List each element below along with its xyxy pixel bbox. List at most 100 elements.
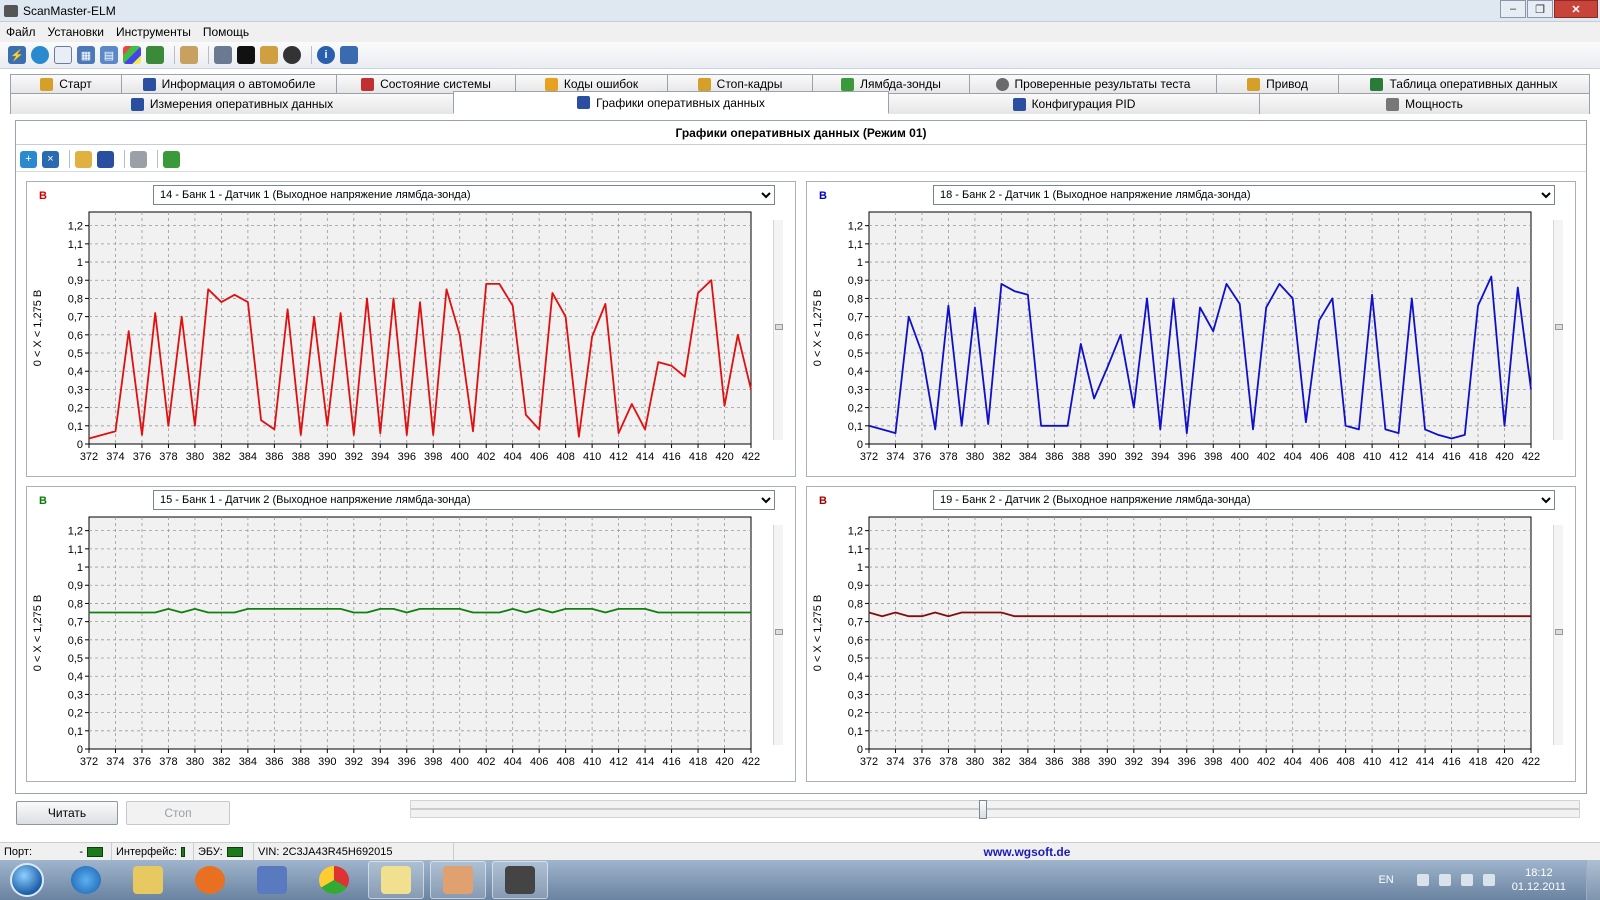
show-hidden-icon[interactable]	[1416, 874, 1429, 886]
x-tick-label: 400	[451, 756, 469, 768]
ecu-led	[226, 846, 243, 857]
open-icon[interactable]	[75, 150, 92, 168]
language-indicator[interactable]: EN	[1378, 874, 1393, 886]
taskbar-chrome[interactable]	[306, 861, 362, 899]
scroll-thumb[interactable]	[1555, 629, 1563, 635]
info-icon[interactable]: i	[317, 46, 335, 64]
vertical-scroll[interactable]	[773, 525, 783, 745]
x-tick-label: 416	[1442, 756, 1460, 768]
slider-thumb[interactable]	[979, 800, 988, 819]
taskbar-tools[interactable]	[244, 861, 300, 899]
x-tick-label: 404	[504, 451, 522, 463]
tab-drive[interactable]: Привод	[1216, 74, 1339, 93]
y-tick-label: 0,5	[68, 348, 83, 360]
vertical-scroll[interactable]	[1553, 220, 1563, 440]
close-button[interactable]: ✕	[1554, 0, 1598, 18]
y-tick-label: 0,3	[68, 689, 83, 701]
scroll-thumb[interactable]	[775, 629, 783, 635]
export-icon[interactable]	[163, 150, 180, 168]
document-icon[interactable]	[54, 46, 72, 64]
exit-icon[interactable]	[340, 46, 358, 64]
clock-time: 18:12	[1525, 867, 1553, 879]
x-tick-label: 420	[715, 451, 733, 463]
scroll-thumb[interactable]	[1555, 324, 1563, 330]
y-tick-label: 1	[77, 562, 83, 574]
x-tick-label: 398	[1204, 756, 1222, 768]
x-tick-label: 392	[345, 451, 363, 463]
monitor-icon[interactable]	[214, 46, 232, 64]
remove-chart-icon[interactable]: ×	[42, 150, 59, 168]
y-tick-label: 0,1	[68, 421, 83, 433]
terminal-icon[interactable]	[237, 46, 255, 64]
minimize-button[interactable]: –	[1500, 0, 1526, 18]
tab-pid-config[interactable]: Конфигурация PID	[888, 93, 1260, 114]
x-tick-label: 378	[159, 451, 177, 463]
menu-settings[interactable]: Установки	[42, 25, 110, 39]
y-tick-label: 0,8	[848, 293, 863, 305]
stop-icon[interactable]	[283, 46, 301, 64]
tab-live-data-table[interactable]: Таблица оперативных данных	[1338, 74, 1590, 93]
scroll-thumb[interactable]	[775, 324, 783, 330]
tab-live-measurements[interactable]: Измерения оперативных данных	[10, 93, 454, 114]
time-slider[interactable]	[410, 800, 1580, 819]
print-icon[interactable]	[130, 150, 147, 168]
menu-help[interactable]: Помощь	[197, 25, 255, 39]
volume-icon[interactable]	[1460, 874, 1473, 886]
taskbar-folder[interactable]	[368, 861, 424, 899]
save-icon[interactable]	[97, 150, 114, 168]
y-tick-label: 0,7	[68, 617, 83, 629]
y-tick-label: 0,1	[848, 421, 863, 433]
x-tick-label: 402	[477, 756, 495, 768]
add-chart-icon[interactable]: +	[20, 150, 37, 168]
x-tick-label: 384	[1019, 756, 1037, 768]
website-link[interactable]: www.wgsoft.de	[454, 845, 1600, 859]
vertical-scroll[interactable]	[773, 220, 783, 440]
plot-area	[868, 516, 1532, 750]
taskbar-media-player[interactable]	[182, 861, 238, 899]
vin-text: VIN: 2C3JA43R45H692015	[258, 845, 393, 858]
y-tick-label: 0,7	[848, 312, 863, 324]
taskbar-touch[interactable]	[430, 861, 486, 899]
network-icon[interactable]	[1438, 874, 1451, 886]
clipboard-icon[interactable]	[180, 46, 198, 64]
tab-label: Коды ошибок	[563, 77, 639, 91]
menu-file[interactable]: Файл	[0, 25, 42, 39]
menu-tools[interactable]: Инструменты	[110, 25, 197, 39]
vin-status: VIN: 2C3JA43R45H692015	[254, 843, 454, 860]
y-axis-label: 0 < X < 1,275 В	[812, 290, 824, 366]
clock[interactable]: 18:12 01.12.2011	[1512, 866, 1566, 894]
y-tick-label: 0,4	[68, 671, 83, 683]
connect-icon[interactable]: ⚡	[8, 46, 26, 64]
panel-header: Графики оперативных данных (Режим 01)	[16, 121, 1586, 145]
tab-test-results[interactable]: Проверенные результаты теста	[969, 74, 1217, 93]
bottle-icon[interactable]	[260, 46, 278, 64]
chart-icon[interactable]: ▤	[100, 46, 118, 64]
y-axis-label: 0 < X < 1,275 В	[32, 595, 44, 671]
tab-start[interactable]: Старт	[10, 74, 122, 93]
battery-icon[interactable]	[1482, 874, 1495, 886]
read-button[interactable]: Читать	[16, 801, 118, 825]
tab-live-charts[interactable]: Графики оперативных данных	[453, 91, 889, 114]
stop-button[interactable]: Стоп	[126, 801, 230, 825]
globe-icon[interactable]	[31, 46, 49, 64]
taskbar-ie[interactable]	[58, 861, 114, 899]
x-tick-label: 408	[556, 451, 574, 463]
gear-icon	[995, 77, 1009, 91]
tab-vehicle-info[interactable]: Информация о автомобиле	[121, 74, 337, 93]
show-desktop-button[interactable]	[1586, 860, 1600, 900]
battery-icon[interactable]	[146, 46, 164, 64]
tab-power[interactable]: Мощность	[1259, 93, 1590, 114]
windows-icon[interactable]	[123, 46, 141, 64]
x-tick-label: 410	[1363, 451, 1381, 463]
taskbar-scanmaster[interactable]	[492, 861, 548, 899]
table-icon[interactable]: ▦	[77, 46, 95, 64]
y-tick-label: 0,9	[848, 275, 863, 287]
taskbar-explorer[interactable]	[120, 861, 176, 899]
y-tick-label: 1,2	[68, 221, 83, 233]
chart-bank1-sensor2: B 15 - Банк 1 - Датчик 2 (Выходное напря…	[26, 486, 796, 782]
vertical-scroll[interactable]	[1553, 525, 1563, 745]
start-button[interactable]	[10, 863, 44, 897]
lambda-icon	[841, 77, 855, 91]
system-icon	[361, 77, 375, 91]
maximize-button[interactable]: ❐	[1527, 0, 1553, 18]
